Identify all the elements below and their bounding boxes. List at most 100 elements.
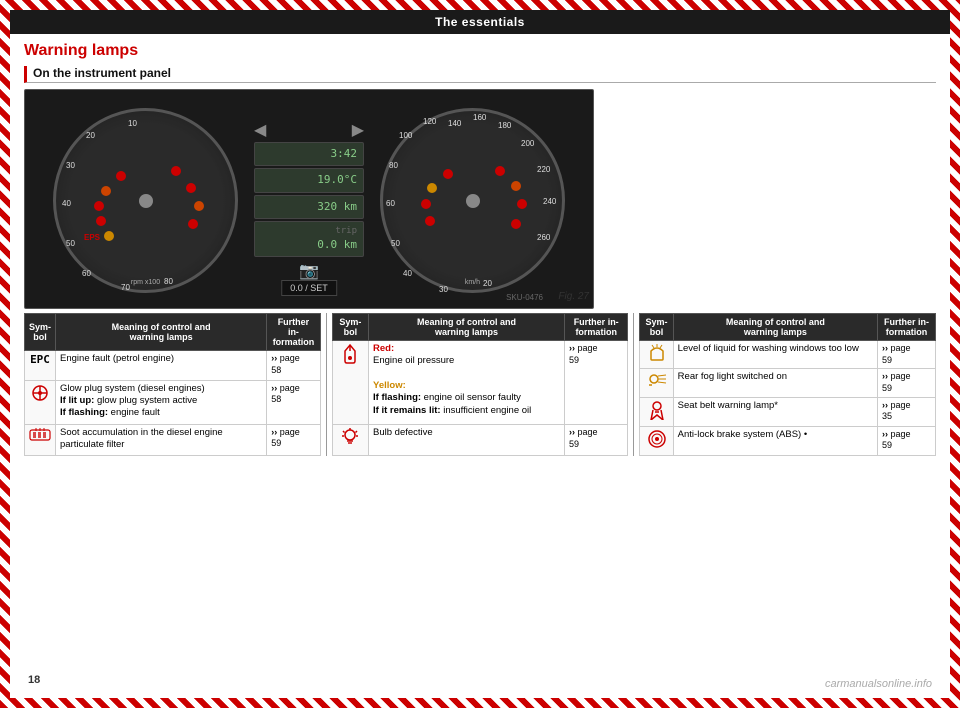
table2-further-header: Further in-formation	[565, 314, 628, 341]
kmh-180: 180	[498, 121, 511, 130]
table-row: Anti-lock brake system (ABS) • page59	[640, 426, 936, 455]
page-link-soot: page59	[271, 427, 300, 449]
warn-icon-5	[104, 231, 114, 241]
speed-warn-3	[421, 199, 431, 209]
further-washer: page59	[877, 341, 935, 369]
symbol-foglight	[640, 369, 673, 397]
fig-label: Fig. 27	[558, 291, 589, 302]
symbol-glow	[25, 380, 56, 424]
oil-red-label: Red:	[373, 343, 394, 354]
further-foglight: page59	[877, 369, 935, 397]
glow-if-flashing: If flashing:	[60, 407, 108, 418]
table1-meaning-header: Meaning of control andwarning lamps	[56, 314, 267, 351]
page-link-epc: page58	[271, 353, 300, 375]
camera-icon: 📷	[254, 261, 364, 281]
oil-if-flashing: If flashing:	[373, 392, 421, 403]
further-seatbelt: page35	[877, 397, 935, 426]
rpm-60: 60	[82, 269, 91, 278]
table3-further-header: Further in-formation	[877, 314, 935, 341]
page-number: 18	[28, 674, 40, 686]
kmh-40: 40	[403, 269, 412, 278]
page-link-seatbelt: page35	[882, 400, 911, 422]
warn-icon-6	[171, 166, 181, 176]
table-row: Red: Engine oil pressure Yellow: If flas…	[332, 341, 628, 425]
rpm-bottom-label: rpm x100	[56, 279, 235, 286]
bulb-icon	[341, 427, 359, 447]
warn-icon-8	[194, 201, 204, 211]
kmh-200: 200	[521, 139, 534, 148]
table-row: Bulb defective page59	[332, 424, 628, 455]
kmh-140: 140	[448, 119, 461, 128]
table-row: Seat belt warning lamp* page35	[640, 397, 936, 426]
content-area: Warning lamps On the instrument panel 10…	[10, 34, 950, 462]
table1-sym-header: Sym-bol	[25, 314, 56, 351]
warn-icon-7	[186, 183, 196, 193]
center-display: ◀ ▶ 3:42 19.0°C 320 km trip 0.0 km 📷	[254, 120, 364, 281]
abs-icon	[647, 429, 667, 449]
header-bar: The essentials	[10, 10, 950, 34]
glow-if-lit: If lit up:	[60, 395, 94, 406]
temp-display: 19.0°C	[254, 168, 364, 192]
trip-value: 0.0 km	[261, 238, 357, 252]
rpm-gauge: 10 20 30 40 50 60 70 80 EPS rpm x100	[53, 108, 238, 293]
subsection-title: On the instrument panel	[24, 66, 936, 83]
table-divider-1	[326, 313, 327, 456]
meaning-washer: Level of liquid for washing windows too …	[673, 341, 877, 369]
warning-table-3: Sym-bol Meaning of control andwarning la…	[639, 313, 936, 456]
fog-light-icon	[647, 371, 667, 387]
warn-icon-9	[188, 219, 198, 229]
table2-meaning-header: Meaning of control andwarning lamps	[369, 314, 565, 341]
speed-needle-hub	[466, 194, 480, 208]
soot-filter-icon	[29, 427, 51, 443]
page-link-glow: page58	[271, 383, 300, 405]
warn-icon-4	[96, 216, 106, 226]
right-arrow-icon: ▶	[352, 120, 364, 140]
rpm-20: 20	[86, 131, 95, 140]
table2-sym-header: Sym-bol	[332, 314, 368, 341]
speed-warn-2	[427, 183, 437, 193]
further-epc: page58	[267, 351, 320, 381]
left-arrow-icon: ◀	[254, 120, 266, 140]
rpm-40: 40	[62, 199, 71, 208]
speed-warn-8	[511, 219, 521, 229]
rpm-10: 10	[128, 119, 137, 128]
further-soot: page59	[267, 424, 320, 455]
watermark: carmanualsonline.info	[825, 678, 932, 690]
further-bulb: page59	[565, 424, 628, 455]
kmh-60: 60	[386, 199, 395, 208]
speed-warn-7	[517, 199, 527, 209]
table-row: Level of liquid for washing windows too …	[640, 341, 936, 369]
time-value: 3:42	[261, 147, 357, 161]
table-row: Glow plug system (diesel engines) If lit…	[25, 380, 321, 424]
odometer-display: 320 km	[254, 195, 364, 219]
symbol-bulb	[332, 424, 368, 455]
page-link-bulb: page59	[569, 427, 598, 449]
main-content: The essentials Warning lamps On the inst…	[10, 10, 950, 698]
page-link-oil: page59	[569, 343, 598, 365]
temp-value: 19.0°C	[261, 173, 357, 187]
eps-label: EPS	[84, 233, 100, 242]
table-row: EPC Engine fault (petrol engine) page58	[25, 351, 321, 381]
time-display: 3:42	[254, 142, 364, 166]
symbol-soot	[25, 424, 56, 455]
oil-pressure-icon	[341, 343, 359, 365]
warn-icon-3	[94, 201, 104, 211]
warning-table-2: Sym-bol Meaning of control andwarning la…	[332, 313, 629, 456]
symbol-oil	[332, 341, 368, 425]
meaning-abs: Anti-lock brake system (ABS) •	[673, 426, 877, 455]
seatbelt-icon	[648, 400, 666, 420]
center-bottom-display: 0.0 / SET	[281, 280, 337, 296]
page-link-washer: page59	[882, 343, 911, 365]
tables-area: Sym-bol Meaning of control andwarning la…	[24, 313, 936, 456]
meaning-epc: Engine fault (petrol engine)	[56, 351, 267, 381]
speed-gauge: 140 160 180 200 220 240 260 120 100 80 6…	[380, 108, 565, 293]
further-oil: page59	[565, 341, 628, 425]
warn-icon-2	[101, 186, 111, 196]
symbol-washer	[640, 341, 673, 369]
oil-if-remains: If it remains lit:	[373, 405, 441, 416]
meaning-glow: Glow plug system (diesel engines) If lit…	[56, 380, 267, 424]
glow-plug-icon	[30, 383, 50, 403]
section-title: Warning lamps	[24, 42, 936, 60]
kmh-160: 160	[473, 113, 486, 122]
table-divider-2	[633, 313, 634, 456]
